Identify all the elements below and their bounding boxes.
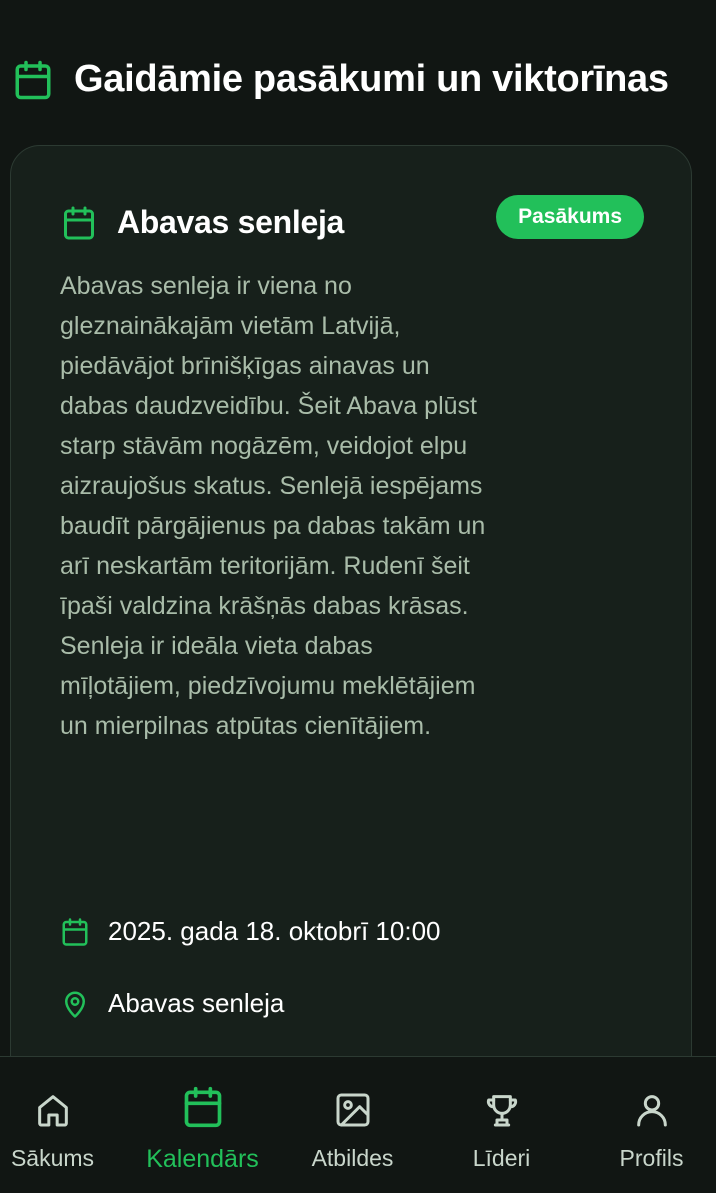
calendar-icon (60, 917, 90, 947)
app-screen: Gaidāmie pasākumi un viktorīnas Abavas s… (0, 0, 716, 1193)
calendar-icon (12, 59, 54, 101)
event-card[interactable]: Abavas senleja Pasākums Abavas senleja i… (10, 145, 692, 1193)
event-date: 2025. gada 18. oktobrī 10:00 (108, 916, 441, 946)
home-icon (33, 1090, 73, 1130)
image-icon (333, 1090, 373, 1130)
page-title: Gaidāmie pasākumi un viktorīnas (74, 58, 669, 100)
event-date-row: 2025. gada 18. oktobrī 10:00 (60, 916, 441, 947)
map-pin-icon (60, 989, 90, 1019)
page-header: Gaidāmie pasākumi un viktorīnas (12, 58, 669, 101)
bottom-nav: Sākums Kalendārs Atbildes Līderi Profils (0, 1056, 716, 1193)
event-title-row: Abavas senleja (61, 204, 344, 241)
nav-label-calendar: Kalendārs (146, 1145, 259, 1173)
nav-item-profile[interactable]: Profils (580, 1057, 716, 1193)
nav-label-profile: Profils (619, 1145, 684, 1171)
nav-label-leaders: Līderi (472, 1145, 531, 1171)
event-type-badge: Pasākums (496, 195, 644, 239)
event-location: Abavas senleja (108, 988, 285, 1018)
nav-label-answers: Atbildes (311, 1145, 394, 1171)
calendar-icon (181, 1085, 225, 1129)
nav-item-leaders[interactable]: Līderi (430, 1057, 573, 1193)
event-title: Abavas senleja (117, 204, 345, 240)
nav-item-calendar[interactable]: Kalendārs (131, 1057, 274, 1193)
nav-item-home[interactable]: Sākums (0, 1057, 124, 1193)
user-icon (632, 1090, 672, 1130)
event-location-row: Abavas senleja (60, 988, 284, 1019)
nav-item-answers[interactable]: Atbildes (281, 1057, 424, 1193)
event-description: Abavas senleja ir viena no gleznainākajā… (60, 272, 486, 740)
calendar-icon (61, 205, 97, 241)
trophy-icon (482, 1090, 522, 1130)
nav-label-home: Sākums (10, 1145, 95, 1171)
